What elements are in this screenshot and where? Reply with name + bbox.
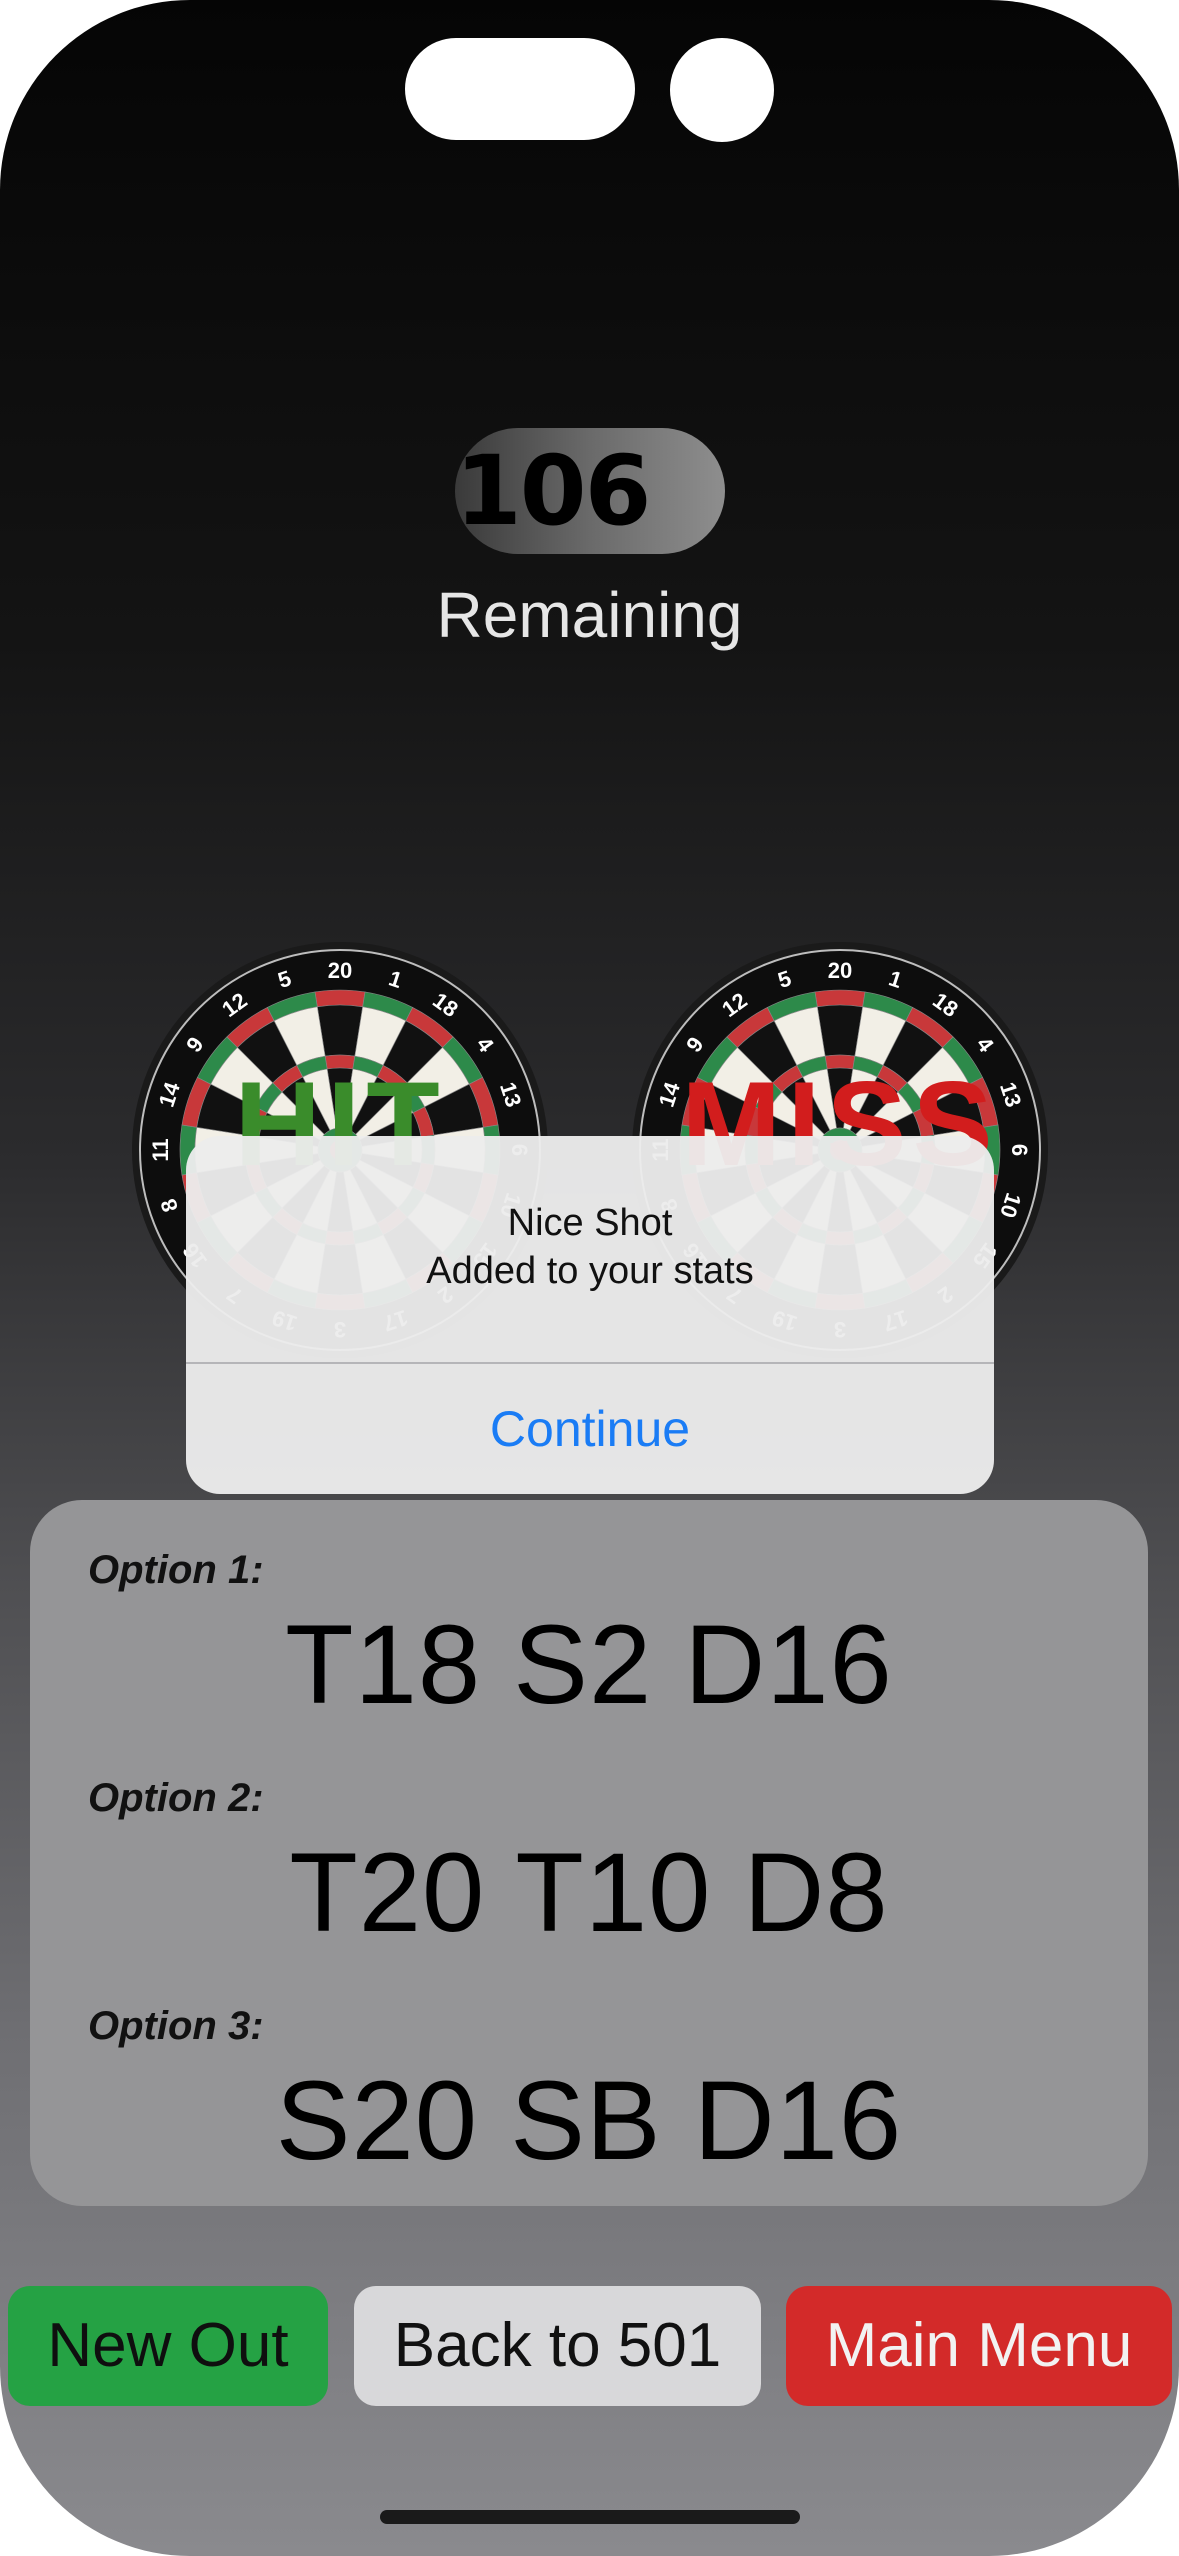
dynamic-island — [405, 38, 635, 140]
remaining-score: 106 — [455, 435, 651, 547]
option-2-value: T20 T10 D8 — [289, 1830, 889, 1955]
option-1-value: T18 S2 D16 — [285, 1602, 893, 1727]
option-3-value: S20 SB D16 — [275, 2058, 903, 2183]
svg-text:20: 20 — [328, 958, 352, 983]
remaining-label: Remaining — [436, 579, 743, 651]
continue-button[interactable]: Continue — [186, 1364, 994, 1494]
back-to-501-button[interactable]: Back to 501 — [354, 2286, 761, 2406]
svg-text:20: 20 — [828, 958, 852, 983]
alert-title: Nice Shot — [507, 1202, 673, 1244]
new-out-button[interactable]: New Out — [8, 2286, 328, 2406]
main-menu-button[interactable]: Main Menu — [786, 2286, 1172, 2406]
app-screen: 106 Remaining 20118413610152173197168111… — [0, 0, 1179, 2556]
option-2-label: Option 2: — [88, 1776, 264, 1820]
alert-dialog: Nice Shot Added to your stats Continue — [186, 1136, 994, 1494]
option-3-label: Option 3: — [88, 2004, 264, 2048]
camera-cutout — [670, 38, 774, 142]
alert-message: Added to your stats — [426, 1250, 754, 1292]
checkout-options-panel: Option 1: T18 S2 D16 Option 2: T20 T10 D… — [30, 1500, 1148, 2206]
option-1-label: Option 1: — [88, 1548, 264, 1592]
home-indicator[interactable] — [380, 2510, 800, 2524]
